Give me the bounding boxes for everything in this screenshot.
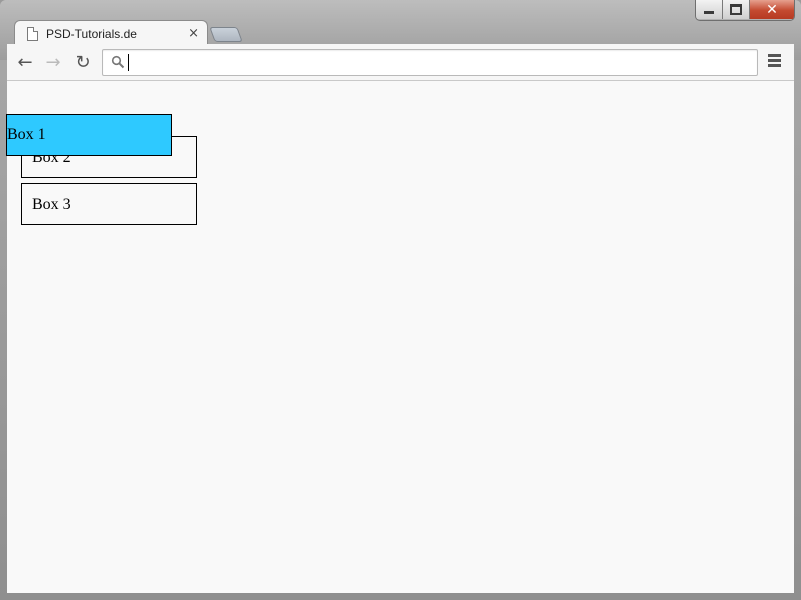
reload-button[interactable]: ↻ bbox=[73, 51, 93, 73]
box-1: Box 1 bbox=[6, 114, 172, 156]
minimize-icon bbox=[704, 11, 714, 14]
forward-button[interactable]: → bbox=[43, 51, 63, 73]
hamburger-line bbox=[768, 64, 781, 67]
back-arrow-icon: ← bbox=[17, 51, 33, 73]
tab-active[interactable]: PSD-Tutorials.de × bbox=[14, 20, 208, 46]
browser-window: ✕ PSD-Tutorials.de × ← → ↻ Box 2 Box 3 B… bbox=[0, 0, 801, 600]
page-viewport: Box 2 Box 3 Box 1 bbox=[6, 81, 794, 593]
menu-button[interactable] bbox=[768, 54, 781, 69]
maximize-icon bbox=[730, 4, 742, 15]
forward-arrow-icon: → bbox=[45, 51, 61, 73]
tab-close-icon[interactable]: × bbox=[188, 26, 199, 41]
window-controls: ✕ bbox=[695, 0, 795, 21]
back-button[interactable]: ← bbox=[15, 51, 35, 73]
maximize-button[interactable] bbox=[723, 0, 750, 19]
page-icon bbox=[27, 26, 38, 41]
box-3: Box 3 bbox=[21, 183, 197, 225]
new-tab-button[interactable] bbox=[209, 27, 243, 42]
minimize-button[interactable] bbox=[696, 0, 723, 19]
close-icon: ✕ bbox=[766, 1, 778, 18]
reload-icon: ↻ bbox=[75, 51, 91, 73]
hamburger-icon bbox=[768, 54, 781, 57]
hamburger-line bbox=[768, 59, 781, 62]
close-window-button[interactable]: ✕ bbox=[750, 0, 794, 19]
search-icon bbox=[111, 55, 125, 69]
browser-toolbar: ← → ↻ bbox=[7, 44, 794, 81]
address-bar[interactable] bbox=[102, 49, 758, 76]
tab-title: PSD-Tutorials.de bbox=[46, 26, 137, 41]
text-caret bbox=[128, 54, 129, 71]
